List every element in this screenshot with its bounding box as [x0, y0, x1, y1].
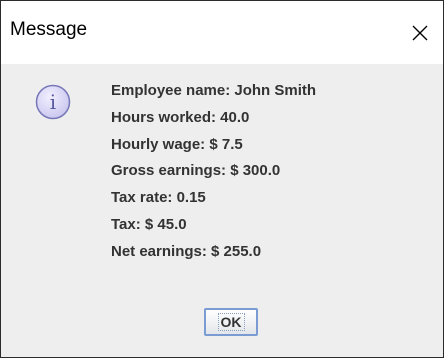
message-line-hourly-wage: Hourly wage: $ 7.5	[111, 135, 243, 153]
info-icon: i	[35, 84, 71, 120]
window-title: Message	[10, 19, 88, 40]
ok-button[interactable]: OK	[204, 308, 258, 336]
dialog-content: i Employee name: John Smith Hours worked…	[1, 64, 443, 357]
message-dialog: Message i Employee name: John Smith Hour…	[0, 0, 444, 358]
message-line-net-earnings: Net earnings: $ 255.0	[111, 242, 262, 260]
message-line-tax: Tax: $ 45.0	[111, 215, 187, 233]
info-icon-glyph: i	[50, 90, 56, 114]
close-button[interactable]	[397, 1, 443, 64]
close-icon	[412, 25, 428, 40]
message-text: Employee name: John Smith Hours worked: …	[111, 78, 316, 266]
title-bar[interactable]: Message	[1, 1, 443, 64]
message-line-employee-name: Employee name: John Smith	[111, 82, 317, 99]
ok-button-label: OK	[217, 313, 245, 331]
message-line-gross-earnings: Gross earnings: $ 300.0	[111, 162, 281, 180]
message-line-tax-rate: Tax rate: 0.15	[111, 189, 206, 207]
message-line-hours-worked: Hours worked: 40.0	[111, 108, 250, 126]
